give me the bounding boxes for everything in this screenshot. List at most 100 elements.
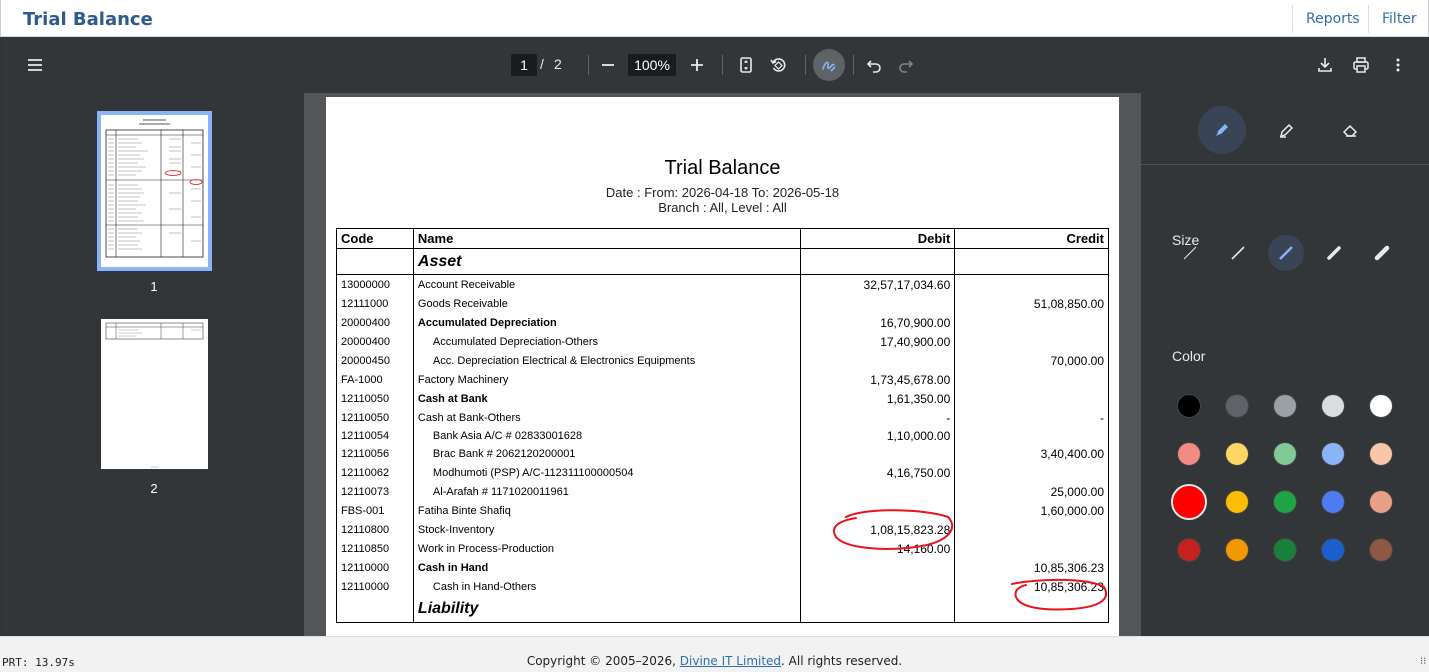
pdf-page: Trial Balance Date : From: 2026-04-18 To… bbox=[326, 97, 1119, 636]
copyright-suffix: . All rights reserved. bbox=[781, 654, 903, 668]
debit-cell: - bbox=[799, 408, 956, 428]
credit-cell bbox=[954, 389, 1109, 409]
color-swatch[interactable] bbox=[1225, 538, 1249, 562]
color-swatch[interactable] bbox=[1273, 394, 1297, 418]
page-number-input[interactable]: 1 bbox=[511, 54, 537, 76]
color-swatch[interactable] bbox=[1321, 490, 1345, 514]
table-row: 12110050 Cash at Bank-Others - - bbox=[336, 408, 1109, 428]
page-total: 2 bbox=[554, 56, 562, 72]
zoom-input[interactable]: 100% bbox=[628, 54, 676, 76]
credit-cell bbox=[954, 463, 1109, 483]
pdf-viewer: 1 / 2 100% 1 2 Trial Balance Date: From… bbox=[0, 37, 1429, 636]
document-scroll-area[interactable]: Trial Balance Date : From: 2026-04-18 To… bbox=[304, 93, 1141, 636]
report-title: Trial Balance bbox=[664, 157, 781, 179]
size-option-1[interactable] bbox=[1172, 235, 1208, 271]
size-option-3[interactable] bbox=[1268, 235, 1304, 271]
color-swatch[interactable] bbox=[1369, 490, 1393, 514]
pen-tool-icon[interactable] bbox=[1198, 106, 1246, 154]
code-cell: 12110054 bbox=[336, 427, 414, 445]
account-name-cell: Accumulated Depreciation bbox=[412, 313, 801, 333]
account-name-cell: Stock-Inventory bbox=[412, 520, 801, 540]
credit-cell: 1,60,000.00 bbox=[954, 501, 1109, 521]
color-swatch[interactable] bbox=[1273, 442, 1297, 466]
print-icon[interactable] bbox=[1349, 53, 1373, 77]
color-swatch[interactable] bbox=[1321, 394, 1345, 418]
redo-icon[interactable] bbox=[894, 53, 918, 77]
table-row: 12111000 Goods Receivable 51,08,850.00 bbox=[336, 294, 1109, 314]
color-swatch[interactable] bbox=[1177, 394, 1201, 418]
debit-cell bbox=[799, 501, 956, 521]
color-swatch[interactable] bbox=[1321, 442, 1345, 466]
color-swatch[interactable] bbox=[1177, 538, 1201, 562]
menu-icon[interactable] bbox=[23, 53, 47, 77]
color-swatch[interactable] bbox=[1225, 394, 1249, 418]
company-link[interactable]: Divine IT Limited bbox=[680, 654, 781, 668]
size-option-4[interactable] bbox=[1316, 235, 1352, 271]
account-name-cell: Accumulated Depreciation-Others bbox=[412, 332, 801, 352]
debit-cell: 4,16,750.00 bbox=[799, 463, 956, 483]
account-name-cell: Goods Receivable bbox=[412, 294, 801, 314]
color-swatch[interactable] bbox=[1177, 442, 1201, 466]
color-swatch[interactable] bbox=[1369, 394, 1393, 418]
account-name-cell: Work in Process-Production bbox=[412, 539, 801, 559]
undo-icon[interactable] bbox=[862, 53, 886, 77]
pdf-toolbar: 1 / 2 100% bbox=[2, 37, 1429, 93]
table-row: 12110073 Al-Arafah # 1171020011961 25,000.… bbox=[336, 482, 1109, 502]
color-swatch[interactable] bbox=[1225, 490, 1249, 514]
color-swatch[interactable] bbox=[1369, 442, 1393, 466]
account-name-cell: Fatiha Binte Shafiq bbox=[412, 501, 801, 521]
thumbnail-page-1[interactable] bbox=[97, 111, 212, 271]
debit-cell bbox=[799, 482, 956, 502]
color-swatch[interactable] bbox=[1369, 538, 1393, 562]
annotation-panel: Size Color bbox=[1141, 93, 1429, 636]
debit-cell bbox=[799, 577, 956, 597]
account-name-cell: Acc. Depreciation Electrical & Electroni… bbox=[412, 351, 801, 371]
credit-cell: 51,08,850.00 bbox=[954, 294, 1109, 314]
code-cell: 20000450 bbox=[336, 351, 414, 371]
table-row: 20000400 Accumulated Depreciation-Others 1… bbox=[336, 332, 1109, 352]
highlighter-tool-icon[interactable] bbox=[1262, 106, 1310, 154]
annotate-pen-icon[interactable] bbox=[813, 49, 845, 81]
account-name-cell: Al-Arafah # 1171020011961 bbox=[412, 482, 801, 502]
report-date-range: Date : From: 2026-04-18 To: 2026-05-18 bbox=[605, 185, 840, 200]
account-name-cell: Modhumoti (PSP) A/C-112311100000504 bbox=[412, 463, 801, 483]
thumbnail-page-2[interactable] bbox=[101, 319, 208, 469]
download-icon[interactable] bbox=[1313, 53, 1337, 77]
rotate-icon[interactable] bbox=[766, 53, 790, 77]
resize-grip-icon[interactable]: ⁝⁝ bbox=[1420, 656, 1426, 667]
account-name-cell: Bank Asia A/C # 02833001628 bbox=[412, 427, 801, 445]
credit-cell bbox=[954, 274, 1109, 295]
toolbar-divider bbox=[853, 55, 854, 75]
code-cell: 12110850 bbox=[336, 539, 414, 559]
column-header-debit: Debit bbox=[799, 228, 956, 249]
more-options-icon[interactable] bbox=[1386, 53, 1410, 77]
column-header-name: Name bbox=[412, 228, 801, 249]
credit-cell bbox=[954, 370, 1109, 390]
debit-cell: 32,57,17,034.60 bbox=[799, 274, 956, 295]
column-header-credit: Credit bbox=[954, 228, 1109, 249]
section-name: Liability bbox=[412, 596, 801, 623]
color-swatch[interactable] bbox=[1225, 442, 1249, 466]
account-name-cell: Cash at Bank-Others bbox=[412, 408, 801, 428]
zoom-out-icon[interactable] bbox=[596, 53, 620, 77]
code-cell: 12110073 bbox=[336, 482, 414, 502]
eraser-tool-icon[interactable] bbox=[1326, 106, 1374, 154]
reports-link[interactable]: Reports bbox=[1306, 11, 1360, 27]
color-swatch[interactable] bbox=[1171, 484, 1207, 520]
size-option-5[interactable] bbox=[1364, 235, 1400, 271]
fit-page-icon[interactable] bbox=[734, 53, 758, 77]
app-header: Trial Balance Reports Filter bbox=[0, 0, 1429, 37]
zoom-in-icon[interactable] bbox=[685, 53, 709, 77]
color-swatch[interactable] bbox=[1273, 538, 1297, 562]
table-header-row: Code Name Debit Credit bbox=[336, 228, 1109, 249]
toolbar-divider bbox=[588, 55, 589, 75]
filter-link[interactable]: Filter bbox=[1382, 11, 1417, 27]
size-option-2[interactable] bbox=[1220, 235, 1256, 271]
color-swatch[interactable] bbox=[1321, 538, 1345, 562]
code-cell: 12110050 bbox=[336, 389, 414, 409]
code-cell: 12110000 bbox=[336, 577, 414, 597]
debit-cell: 1,08,15,823.28 bbox=[799, 520, 956, 540]
color-swatch[interactable] bbox=[1273, 490, 1297, 514]
app-root: Trial Balance Reports Filter 1 / 2 100% bbox=[0, 0, 1429, 672]
section-row: Liability bbox=[336, 596, 1109, 623]
